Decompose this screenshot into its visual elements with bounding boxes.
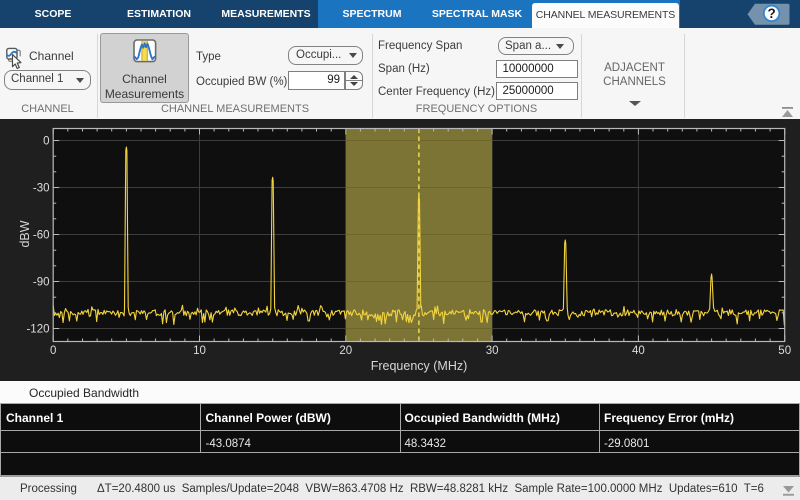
svg-text:50: 50 — [778, 345, 791, 357]
svg-text:dBW: dBW — [18, 220, 32, 247]
svg-text:20: 20 — [339, 345, 352, 357]
svg-text:-60: -60 — [33, 230, 50, 242]
svg-text:?: ? — [767, 6, 775, 21]
svg-text:0: 0 — [43, 136, 49, 148]
svg-text:30: 30 — [486, 345, 499, 357]
svg-text:-30: -30 — [33, 183, 50, 195]
svg-text:10: 10 — [193, 345, 206, 357]
svg-text:0: 0 — [50, 345, 56, 357]
svg-text:Frequency (MHz): Frequency (MHz) — [371, 359, 468, 373]
svg-text:40: 40 — [632, 345, 645, 357]
svg-text:-120: -120 — [26, 324, 49, 336]
svg-text:-90: -90 — [33, 277, 50, 289]
